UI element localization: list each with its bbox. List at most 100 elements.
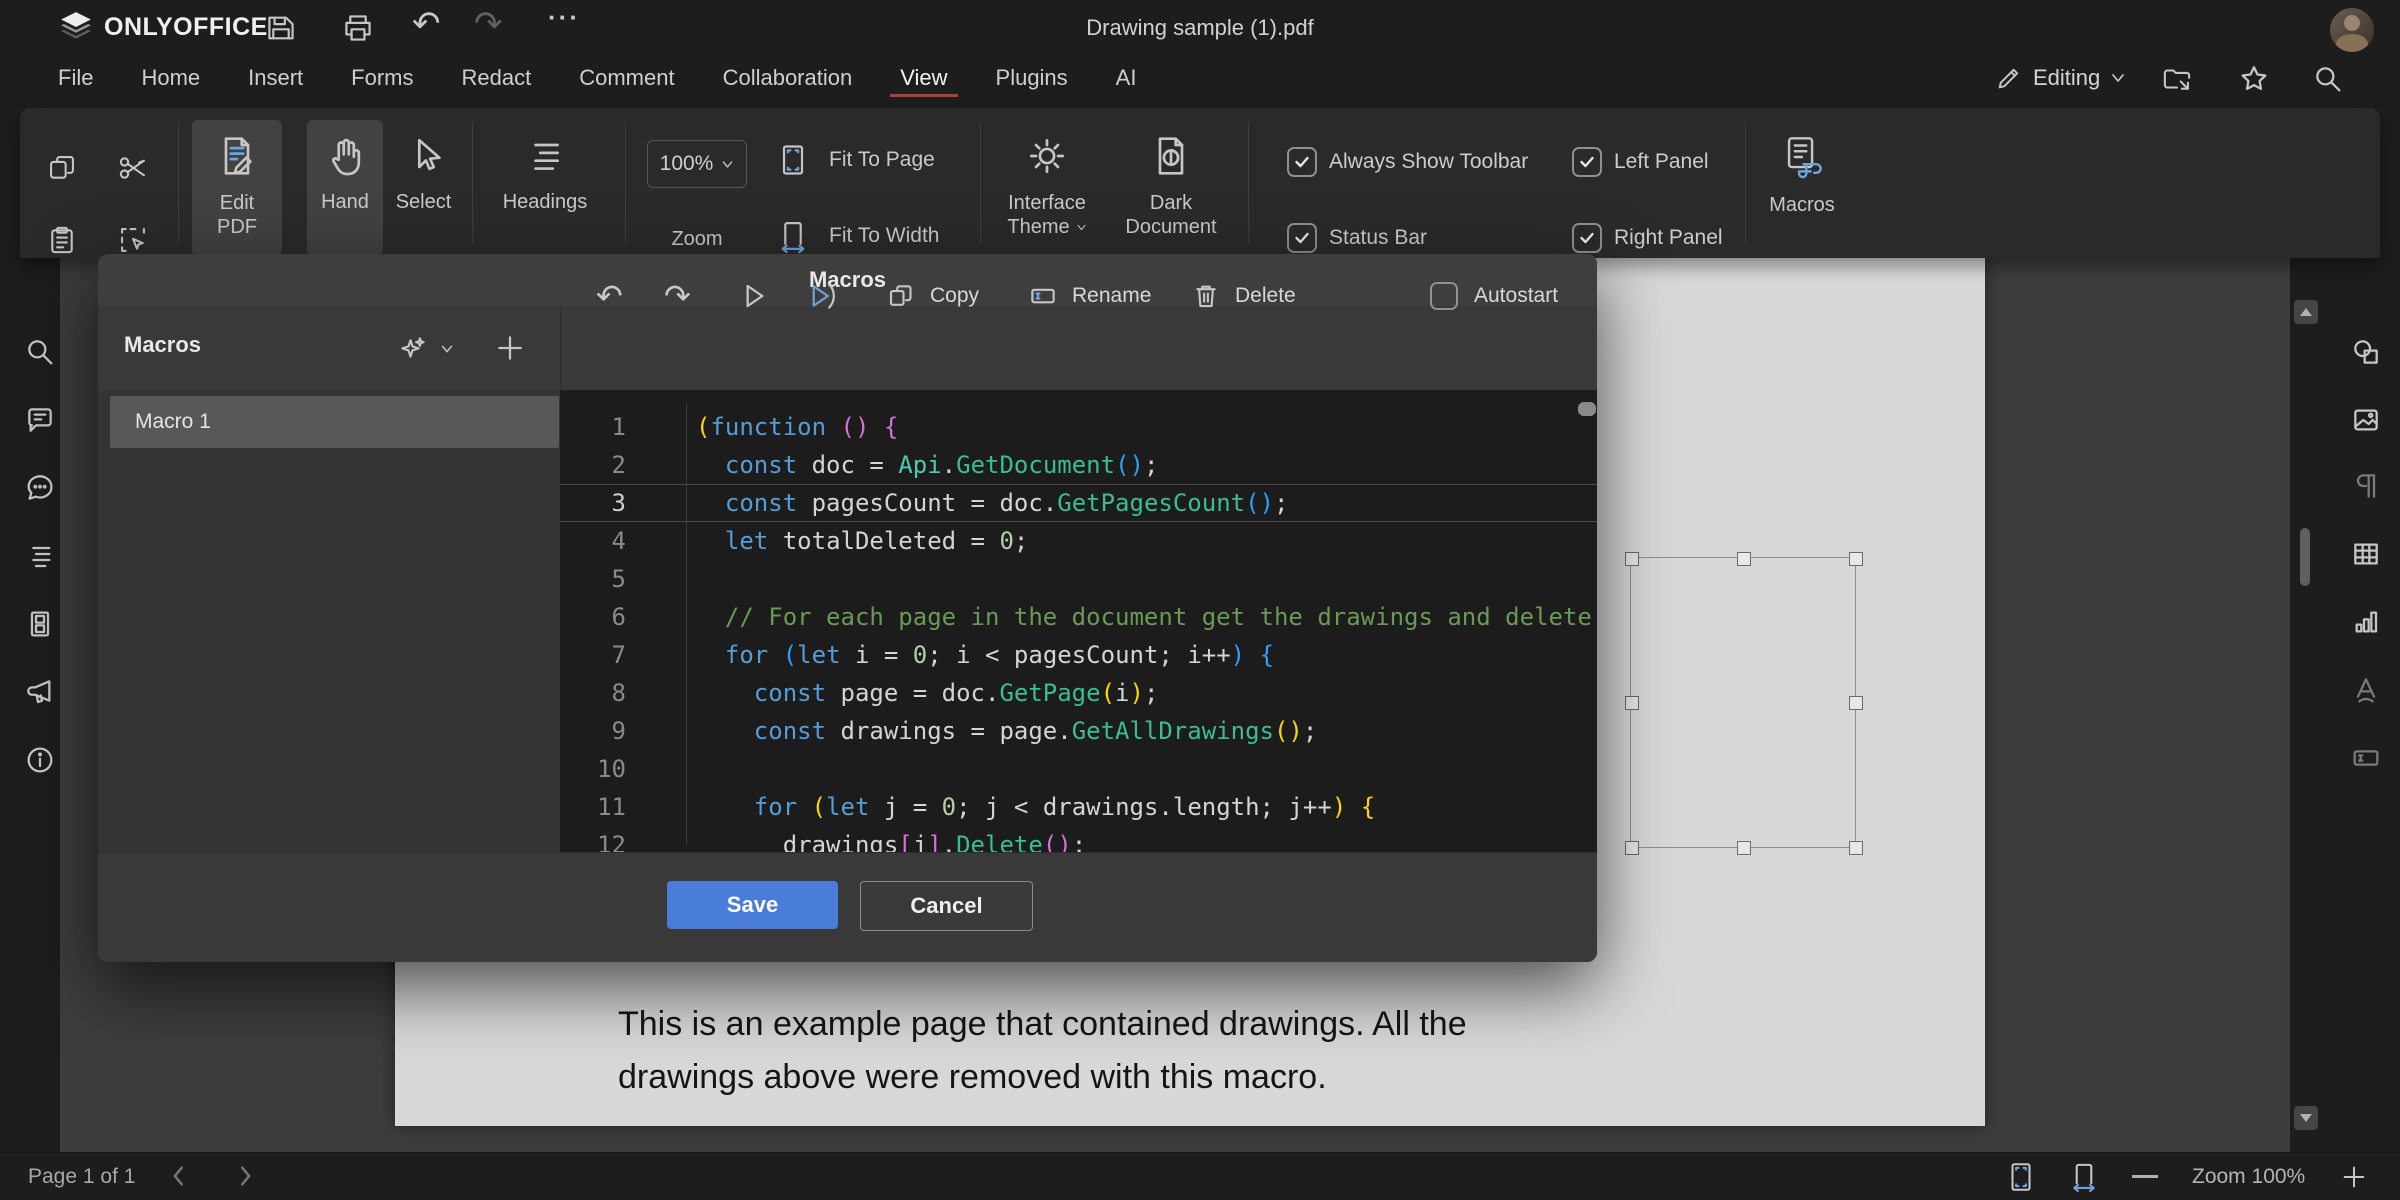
edit-pdf-button[interactable]: EditPDF xyxy=(192,120,282,256)
selection-handle[interactable] xyxy=(1849,696,1863,710)
zoom-value-dropdown[interactable]: 100% xyxy=(647,140,747,188)
checkbox-always-show-toolbar[interactable]: Always Show Toolbar xyxy=(1287,147,1528,177)
avatar[interactable] xyxy=(2330,8,2374,52)
tab-plugins[interactable]: Plugins xyxy=(972,56,1092,100)
save-button[interactable] xyxy=(263,10,299,46)
print-button[interactable] xyxy=(340,10,376,46)
ai-generate-macro-button[interactable] xyxy=(398,334,454,364)
tab-insert[interactable]: Insert xyxy=(224,56,327,100)
zoom-out-button[interactable] xyxy=(2132,1175,2158,1178)
cut-button[interactable] xyxy=(116,151,150,185)
code-line[interactable]: 12 drawings[j].Delete(); xyxy=(560,826,1597,852)
table-settings-icon[interactable] xyxy=(2350,538,2382,570)
tab-file[interactable]: File xyxy=(34,56,117,100)
selection-handle[interactable] xyxy=(1737,552,1751,566)
dark-document-button[interactable]: DarkDocument xyxy=(1116,120,1226,256)
fit-to-page-button[interactable]: Fit To Page xyxy=(775,142,935,178)
checkbox-status-bar[interactable]: Status Bar xyxy=(1287,223,1427,253)
vertical-scrollbar-thumb[interactable] xyxy=(2300,528,2310,586)
macro-undo-button[interactable]: ↶ xyxy=(596,254,623,338)
page-thumbnails-icon[interactable] xyxy=(24,608,56,640)
navigation-headings-icon[interactable] xyxy=(24,540,56,572)
macro-code-editor[interactable]: 1(function () {2 const doc = Api.GetDocu… xyxy=(560,390,1597,852)
statusbar-fit-width-button[interactable] xyxy=(2067,1160,2101,1194)
open-file-location-button[interactable] xyxy=(2160,62,2194,96)
code-line[interactable]: 5 xyxy=(560,560,1597,598)
cancel-button[interactable]: Cancel xyxy=(860,881,1033,931)
scroll-up-button[interactable] xyxy=(2294,300,2318,324)
scroll-down-button[interactable] xyxy=(2294,1106,2318,1130)
add-macro-button[interactable] xyxy=(494,332,526,364)
redo-button[interactable]: ↷ xyxy=(474,4,503,44)
search-button[interactable] xyxy=(2312,63,2344,95)
fit-to-width-button[interactable]: Fit To Width xyxy=(775,218,939,254)
selection-handle[interactable] xyxy=(1625,696,1639,710)
feedback-megaphone-icon[interactable] xyxy=(24,676,56,708)
tab-view[interactable]: View xyxy=(876,56,971,100)
selection-handle[interactable] xyxy=(1737,841,1751,855)
code-line[interactable]: 10 xyxy=(560,750,1597,788)
text-art-settings-icon[interactable] xyxy=(2350,674,2382,706)
code-line[interactable]: 9 const drawings = page.GetAllDrawings()… xyxy=(560,712,1597,750)
selection-handle[interactable] xyxy=(1625,552,1639,566)
search-panel-icon[interactable] xyxy=(24,336,56,368)
code-line[interactable]: 1(function () { xyxy=(560,408,1597,446)
about-info-icon[interactable] xyxy=(24,744,56,776)
paragraph-settings-icon[interactable] xyxy=(2350,470,2382,502)
editor-scrollbar-thumb[interactable] xyxy=(1578,402,1596,416)
shape-settings-icon[interactable] xyxy=(2350,336,2382,368)
copy-macro-button[interactable]: Copy xyxy=(886,254,979,338)
dialog-header[interactable]: Macros ? ✕ xyxy=(98,254,1597,307)
fit-to-width-label: Fit To Width xyxy=(829,224,939,248)
code-line[interactable]: 8 const page = doc.GetPage(i); xyxy=(560,674,1597,712)
code-line[interactable]: 2 const doc = Api.GetDocument(); xyxy=(560,446,1597,484)
select-area-button[interactable] xyxy=(116,223,150,257)
prev-page-button[interactable] xyxy=(168,1165,190,1187)
tab-redact[interactable]: Redact xyxy=(438,56,556,100)
autostart-checkbox[interactable]: Autostart xyxy=(1430,254,1558,338)
chart-settings-icon[interactable] xyxy=(2350,606,2382,638)
checkbox-checked-icon xyxy=(1287,223,1317,253)
checkbox-left-panel[interactable]: Left Panel xyxy=(1572,147,1709,177)
code-line[interactable]: 6 // For each page in the document get t… xyxy=(560,598,1597,636)
zoom-in-button[interactable] xyxy=(2340,1163,2368,1191)
tab-forms[interactable]: Forms xyxy=(327,56,437,100)
run-macro-button[interactable] xyxy=(737,254,769,338)
comments-panel-icon[interactable] xyxy=(24,404,56,436)
tab-ai[interactable]: AI xyxy=(1092,56,1161,100)
selection-handle[interactable] xyxy=(1849,552,1863,566)
chat-panel-icon[interactable] xyxy=(24,472,56,504)
interface-theme-button[interactable]: Interface Theme xyxy=(992,120,1102,256)
undo-button[interactable]: ↶ xyxy=(412,4,441,44)
macro-list-item[interactable]: Macro 1 xyxy=(110,396,559,448)
hand-tool-button[interactable]: Hand xyxy=(307,120,383,256)
code-line[interactable]: 7 for (let i = 0; i < pagesCount; i++) { xyxy=(560,636,1597,674)
form-settings-icon[interactable] xyxy=(2350,742,2382,774)
macros-button[interactable]: Macros xyxy=(1742,120,1862,256)
paste-button[interactable] xyxy=(45,223,79,257)
next-page-button[interactable] xyxy=(234,1165,256,1187)
code-line[interactable]: 11 for (let j = 0; j < drawings.length; … xyxy=(560,788,1597,826)
more-actions-button[interactable]: ··· xyxy=(548,2,580,33)
drawing-selection-frame[interactable] xyxy=(1630,557,1856,848)
delete-macro-button[interactable]: Delete xyxy=(1191,254,1296,338)
macro-redo-button[interactable]: ↷ xyxy=(664,254,691,338)
tab-collaboration[interactable]: Collaboration xyxy=(699,56,877,100)
code-line[interactable]: 4 let totalDeleted = 0; xyxy=(560,522,1597,560)
favorites-star-icon[interactable] xyxy=(2238,63,2270,95)
selection-handle[interactable] xyxy=(1849,841,1863,855)
checkbox-right-panel[interactable]: Right Panel xyxy=(1572,223,1723,253)
copy-button[interactable] xyxy=(45,151,79,185)
image-settings-icon[interactable] xyxy=(2350,404,2382,436)
rename-macro-button[interactable]: Rename xyxy=(1028,254,1151,338)
tab-comment[interactable]: Comment xyxy=(555,56,698,100)
code-line[interactable]: 3 const pagesCount = doc.GetPagesCount()… xyxy=(560,484,1597,522)
editing-mode-selector[interactable]: Editing xyxy=(1995,56,2126,100)
statusbar-fit-page-button[interactable] xyxy=(2004,1160,2038,1194)
headings-button[interactable]: Headings xyxy=(488,120,602,256)
run-all-macro-button[interactable] xyxy=(806,254,842,338)
save-button[interactable]: Save xyxy=(667,881,838,929)
selection-handle[interactable] xyxy=(1625,841,1639,855)
select-tool-button[interactable]: Select xyxy=(385,120,462,256)
tab-home[interactable]: Home xyxy=(117,56,224,100)
